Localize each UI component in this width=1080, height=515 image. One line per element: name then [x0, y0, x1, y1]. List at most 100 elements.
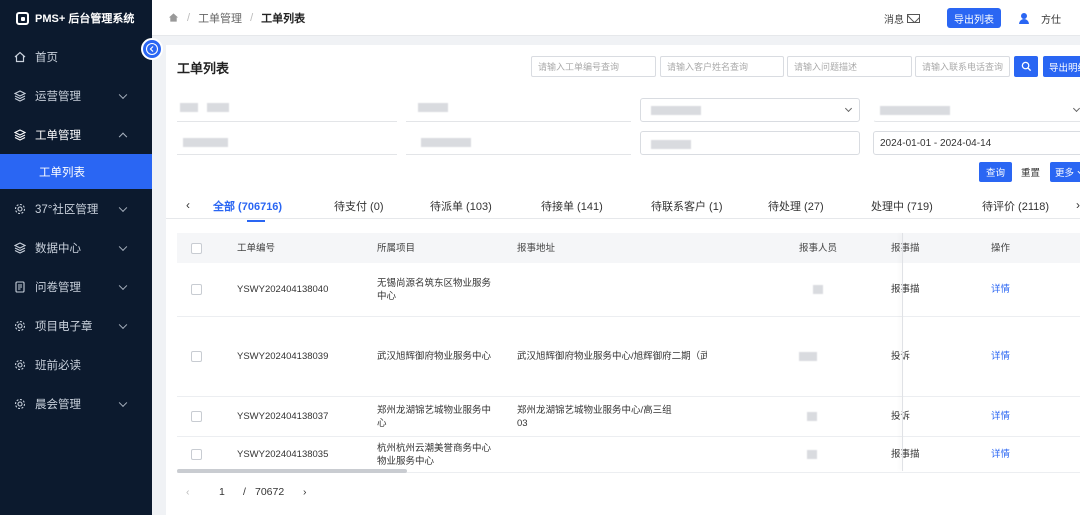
filter-field[interactable] [406, 98, 631, 122]
column-header: 报事人员 [799, 242, 838, 254]
problem-description-search-input[interactable]: 请输入问题描述 [787, 56, 912, 77]
tab-pending-review[interactable]: 待评价 (2118) [982, 198, 1049, 214]
header-actions: 消息 导出列表 方仕 [884, 0, 1080, 36]
document-icon [14, 280, 26, 293]
next-page-icon[interactable]: › [303, 486, 307, 498]
messages-button[interactable]: 消息 [884, 11, 920, 26]
chevron-down-icon [118, 242, 128, 251]
sidebar-item-survey[interactable]: 问卷管理 [0, 267, 152, 306]
filter-select[interactable] [640, 98, 860, 122]
filter-field[interactable] [177, 98, 397, 122]
customer-name-search-input[interactable]: 请输入客户姓名查询 [660, 56, 784, 77]
query-button[interactable]: 查询 [979, 162, 1013, 182]
report-type: 投诉 [891, 351, 911, 362]
sidebar-item-label: 班前必读 [35, 359, 81, 372]
tabs-next-icon[interactable]: › [1076, 198, 1080, 212]
filter-select[interactable] [873, 98, 1080, 122]
sidebar-item-label: 问卷管理 [35, 281, 81, 294]
horizontal-scrollbar[interactable] [177, 469, 407, 473]
layers-icon [14, 241, 26, 254]
date-range-picker[interactable]: 2024-01-01 - 2024-04-14 [873, 131, 1080, 155]
tab-pending-payment[interactable]: 待支付 (0) [334, 198, 384, 214]
detail-link[interactable]: 详情 [991, 263, 1010, 316]
tab-pending-contact[interactable]: 待联系客户 (1) [651, 198, 723, 214]
sidebar-item-e-seal[interactable]: 项目电子章 [0, 306, 152, 345]
sidebar-item-label: 项目电子章 [35, 320, 93, 333]
user-menu[interactable]: 方仕 [1019, 11, 1080, 26]
tabs-prev-icon[interactable]: ‹ [186, 198, 190, 212]
report-address [517, 263, 772, 316]
export-list-button[interactable]: 导出列表 [947, 8, 1001, 28]
order-number: YSWY202404138035 [237, 449, 329, 460]
table-row: YSWY202404138035 杭州杭州云潮美誉商务中心物业服务中心 报事描 … [177, 437, 1080, 473]
sidebar-item-work-orders[interactable]: 工单管理 [0, 115, 152, 154]
prev-page-icon[interactable]: ‹ [186, 486, 190, 498]
app-root: PMS+ 后台管理系统 首页 运营管理 工单管理 工单列表 37°社区管理 数据… [0, 0, 1080, 515]
current-page[interactable]: 1 [219, 486, 225, 498]
filter-field[interactable] [406, 131, 631, 155]
sidebar-item-label: 首页 [35, 51, 58, 64]
sidebar-item-morning-meeting[interactable]: 晨会管理 [0, 384, 152, 423]
project-name: 无锡尚源名筑东区物业服务中心 [377, 277, 492, 302]
filter-field[interactable] [177, 131, 397, 155]
tab-pending-dispatch[interactable]: 待派单 (103) [430, 198, 492, 214]
breadcrumb: / 工单管理 / 工单列表 [168, 10, 305, 26]
filter-select[interactable] [640, 131, 860, 155]
page-separator: / [243, 486, 246, 498]
layers-icon [14, 89, 26, 102]
sidebar-item-label: 37°社区管理 [35, 203, 99, 216]
order-number: YSWY202404138040 [237, 284, 329, 295]
gear-icon [14, 203, 26, 215]
chevron-down-icon [118, 320, 128, 329]
sidebar-item-label: 数据中心 [35, 242, 81, 255]
sidebar-collapse-button[interactable] [141, 38, 163, 60]
tab-pending-process[interactable]: 待处理 (27) [768, 198, 824, 214]
sidebar-item-community[interactable]: 37°社区管理 [0, 189, 152, 228]
select-all-checkbox[interactable] [191, 242, 202, 254]
row-checkbox[interactable] [191, 284, 202, 295]
detail-link[interactable]: 详情 [991, 397, 1010, 436]
detail-link[interactable]: 详情 [991, 317, 1010, 396]
row-checkbox[interactable] [191, 411, 202, 422]
report-type: 报事描 [891, 449, 920, 460]
table-row: YSWY202404138037 郑州龙湖锦艺城物业服务中心 郑州龙湖锦艺城物业… [177, 397, 1080, 437]
project-name: 武汉旭辉御府物业服务中心 [377, 351, 492, 362]
search-button[interactable] [1014, 56, 1038, 77]
total-pages: 70672 [255, 486, 285, 498]
row-checkbox[interactable] [191, 449, 202, 460]
chevron-down-icon [118, 398, 128, 407]
order-number-search-input[interactable]: 请输入工单编号查询 [531, 56, 656, 77]
home-icon[interactable] [168, 12, 179, 23]
reset-button[interactable]: 重置 [1021, 162, 1040, 182]
report-address [517, 437, 772, 472]
tab-processing[interactable]: 处理中 (719) [871, 198, 933, 214]
chevron-down-icon [1072, 104, 1080, 113]
report-address: 武汉旭辉御府物业服务中心/旭辉御府二期（武 [517, 351, 707, 362]
column-header: 操作 [991, 242, 1011, 254]
app-logo: PMS+ 后台管理系统 [0, 0, 152, 36]
sidebar-subitem-work-order-list[interactable]: 工单列表 [0, 154, 152, 189]
chevron-up-icon [118, 132, 128, 141]
detail-link[interactable]: 详情 [991, 437, 1010, 472]
home-icon [14, 51, 26, 63]
gear-icon [14, 398, 26, 410]
tab-all[interactable]: 全部 (706716) [213, 198, 282, 222]
column-header: 报事描 [891, 242, 920, 254]
sidebar-item-label: 工单管理 [35, 129, 81, 142]
breadcrumb-item[interactable]: 工单管理 [198, 10, 242, 26]
more-button[interactable]: 更多 [1050, 162, 1080, 182]
export-detail-button[interactable]: 导出明细 [1043, 56, 1080, 77]
row-checkbox[interactable] [191, 351, 202, 362]
order-number: YSWY202404138039 [237, 351, 329, 362]
project-name: 郑州龙湖锦艺城物业服务中心 [377, 404, 492, 429]
sidebar-item-operations[interactable]: 运营管理 [0, 76, 152, 115]
sidebar-item-pre-shift[interactable]: 班前必读 [0, 345, 152, 384]
column-header: 报事地址 [517, 242, 556, 254]
work-order-table: 工单编号 所属项目 报事地址 报事人员 报事描 操作 YSWY202404138… [177, 233, 1080, 473]
breadcrumb-current: 工单列表 [261, 12, 306, 25]
sidebar-item-data-center[interactable]: 数据中心 [0, 228, 152, 267]
chevron-left-circle-icon [145, 42, 159, 56]
phone-search-input[interactable]: 请输入联系电话查询 [915, 56, 1010, 77]
tab-pending-accept[interactable]: 待接单 (141) [541, 198, 603, 214]
sidebar-item-home[interactable]: 首页 [0, 37, 152, 76]
